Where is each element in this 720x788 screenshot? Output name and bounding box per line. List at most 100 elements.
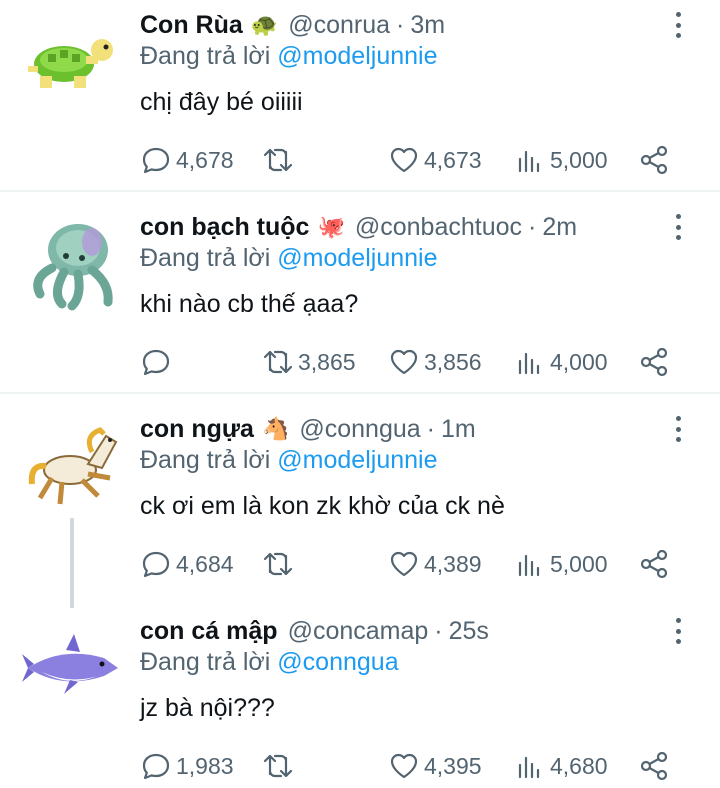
tweet-header: Con Rùa 🐢 @conrua · 3m bbox=[140, 8, 445, 42]
tweet-item[interactable]: con cá mập @concamap · 25s Đang trả lời … bbox=[0, 606, 720, 788]
replying-to-link[interactable]: @modeljunnie bbox=[277, 446, 437, 474]
tweet-divider bbox=[0, 392, 720, 394]
timestamp[interactable]: 3m bbox=[410, 11, 445, 40]
views-button[interactable]: 5,000 bbox=[514, 142, 608, 178]
user-handle[interactable]: @conngua bbox=[299, 415, 420, 444]
share-icon bbox=[640, 549, 668, 579]
replying-to-link[interactable]: @modeljunnie bbox=[277, 42, 437, 70]
retweet-count: 3,865 bbox=[298, 348, 356, 375]
display-name[interactable]: con ngựa bbox=[140, 415, 254, 444]
retweet-button[interactable] bbox=[262, 748, 298, 784]
tweet-item[interactable]: con ngựa 🐴 @conngua · 1m Đang trả lời @m… bbox=[0, 404, 720, 604]
reply-icon bbox=[142, 551, 170, 578]
horse-icon[interactable] bbox=[22, 412, 122, 512]
heart-icon bbox=[390, 551, 418, 577]
tweet-header: con bạch tuộc 🐙 @conbachtuoc · 2m bbox=[140, 210, 577, 244]
reply-feed: Con Rùa 🐢 @conrua · 3m Đang trả lời @mod… bbox=[0, 0, 720, 788]
view-count: 5,000 bbox=[550, 146, 608, 173]
more-options-icon[interactable] bbox=[668, 414, 688, 444]
tweet-header: con ngựa 🐴 @conngua · 1m bbox=[140, 412, 476, 446]
display-name[interactable]: con bạch tuộc bbox=[140, 213, 309, 242]
display-name[interactable]: Con Rùa bbox=[140, 11, 243, 40]
reply-count: 4,678 bbox=[176, 146, 234, 173]
user-handle[interactable]: @conrua bbox=[288, 11, 390, 40]
replying-to-label: Đang trả lời bbox=[140, 648, 271, 676]
views-icon bbox=[518, 554, 540, 577]
like-button[interactable]: 3,856 bbox=[388, 344, 482, 380]
timestamp[interactable]: 1m bbox=[441, 415, 476, 444]
timestamp[interactable]: 25s bbox=[449, 617, 489, 646]
display-name[interactable]: con cá mập bbox=[140, 617, 278, 646]
reply-icon bbox=[142, 753, 170, 780]
user-handle[interactable]: @conbachtuoc bbox=[355, 213, 522, 242]
tweet-header: con cá mập @concamap · 25s bbox=[140, 614, 489, 648]
share-button[interactable] bbox=[638, 344, 670, 380]
reply-button[interactable]: 4,678 bbox=[140, 142, 234, 178]
heart-icon bbox=[390, 147, 418, 173]
share-icon bbox=[640, 751, 668, 781]
share-button[interactable] bbox=[638, 748, 670, 784]
view-count: 4,000 bbox=[550, 348, 608, 375]
user-handle[interactable]: @concamap bbox=[288, 617, 429, 646]
thread-connector bbox=[70, 518, 74, 608]
views-button[interactable]: 4,000 bbox=[514, 344, 608, 380]
like-button[interactable]: 4,395 bbox=[388, 748, 482, 784]
tweet-text: khi nào cb thế ạaa? bbox=[140, 290, 359, 318]
share-icon bbox=[640, 145, 668, 175]
replying-to-label: Đang trả lời bbox=[140, 244, 271, 272]
like-button[interactable]: 4,389 bbox=[388, 546, 482, 582]
view-count: 5,000 bbox=[550, 550, 608, 577]
more-options-icon[interactable] bbox=[668, 212, 688, 242]
name-emoji: 🐢 bbox=[250, 12, 279, 37]
share-button[interactable] bbox=[638, 546, 670, 582]
more-options-icon[interactable] bbox=[668, 10, 688, 40]
retweet-icon bbox=[263, 350, 293, 374]
replying-to: Đang trả lời @modeljunnie bbox=[140, 244, 438, 273]
reply-button[interactable] bbox=[140, 344, 176, 380]
tweet-text: ck ơi em là kon zk khờ của ck nè bbox=[140, 492, 505, 520]
reply-button[interactable]: 4,684 bbox=[140, 546, 234, 582]
turtle-icon[interactable] bbox=[22, 12, 122, 112]
views-icon bbox=[518, 756, 540, 779]
replying-to: Đang trả lời @modeljunnie bbox=[140, 42, 438, 71]
retweet-icon bbox=[263, 754, 293, 778]
replying-to: Đang trả lời @conngua bbox=[140, 648, 399, 677]
separator-dot: · bbox=[426, 414, 435, 443]
tweet-actions: 4,678 4,673 5,000 bbox=[0, 142, 720, 178]
view-count: 4,680 bbox=[550, 752, 608, 779]
more-options-icon[interactable] bbox=[668, 616, 688, 646]
views-button[interactable]: 5,000 bbox=[514, 546, 608, 582]
like-button[interactable]: 4,673 bbox=[388, 142, 482, 178]
replying-to-link[interactable]: @conngua bbox=[277, 648, 398, 676]
retweet-button[interactable] bbox=[262, 546, 298, 582]
name-emoji: 🐴 bbox=[261, 416, 290, 441]
tweet-actions: 3,865 3,856 4,000 bbox=[0, 344, 720, 380]
tweet-divider bbox=[0, 190, 720, 192]
views-icon bbox=[518, 352, 540, 375]
tweet-item[interactable]: con bạch tuộc 🐙 @conbachtuoc · 2m Đang t… bbox=[0, 202, 720, 392]
name-emoji: 🐙 bbox=[317, 214, 345, 239]
like-count: 3,856 bbox=[424, 348, 482, 375]
reply-icon bbox=[142, 147, 170, 174]
reply-count: 4,684 bbox=[176, 550, 234, 577]
retweet-icon bbox=[263, 148, 293, 172]
tweet-item[interactable]: Con Rùa 🐢 @conrua · 3m Đang trả lời @mod… bbox=[0, 0, 720, 190]
retweet-button[interactable]: 3,865 bbox=[262, 344, 356, 380]
views-button[interactable]: 4,680 bbox=[514, 748, 608, 784]
replying-to: Đang trả lời @modeljunnie bbox=[140, 446, 438, 475]
octopus-icon[interactable] bbox=[22, 212, 122, 312]
tweet-text: chị đây bé oiiiii bbox=[140, 88, 303, 116]
reply-button[interactable]: 1,983 bbox=[140, 748, 234, 784]
heart-icon bbox=[390, 753, 418, 779]
tweet-actions: 1,983 4,395 4,680 bbox=[0, 748, 720, 784]
retweet-button[interactable] bbox=[262, 142, 298, 178]
tweet-text: jz bà nội??? bbox=[140, 694, 275, 722]
share-button[interactable] bbox=[638, 142, 670, 178]
separator-dot: · bbox=[396, 10, 405, 39]
shark-icon[interactable] bbox=[22, 616, 122, 716]
reply-count: 1,983 bbox=[176, 752, 234, 779]
replying-to-link[interactable]: @modeljunnie bbox=[277, 244, 437, 272]
heart-icon bbox=[390, 349, 418, 375]
views-icon bbox=[518, 150, 540, 173]
timestamp[interactable]: 2m bbox=[542, 213, 577, 242]
